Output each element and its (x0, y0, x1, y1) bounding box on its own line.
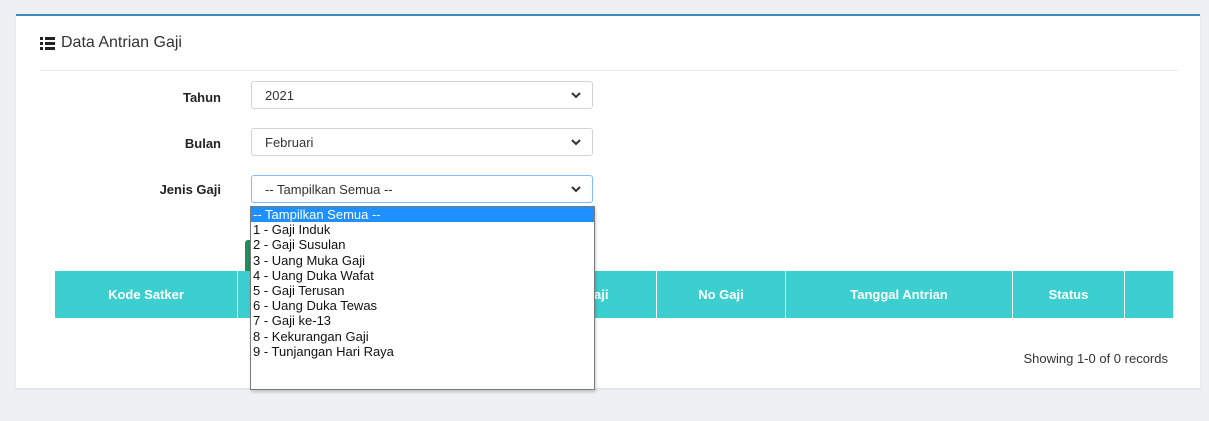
jenis-gaji-value: -- Tampilkan Semua -- (265, 181, 393, 197)
option-tunjangan-hari-raya[interactable]: 9 - Tunjangan Hari Raya (251, 344, 594, 359)
option-tampilkan-semua[interactable]: -- Tampilkan Semua -- (251, 207, 594, 223)
card-title: Data Antrian Gaji (40, 34, 182, 52)
th-actions[interactable] (1125, 271, 1173, 318)
option-uang-duka-wafat[interactable]: 4 - Uang Duka Wafat (251, 268, 594, 283)
jenis-gaji-select[interactable]: -- Tampilkan Semua -- (251, 175, 593, 203)
jenis-gaji-label: Jenis Gaji (159, 182, 221, 197)
th-tanggal-antrian[interactable]: Tanggal Antrian (786, 271, 1013, 318)
chevron-down-icon (571, 139, 581, 146)
list-icon (40, 36, 55, 50)
option-gaji-induk[interactable]: 1 - Gaji Induk (251, 222, 594, 237)
chevron-down-icon (571, 186, 581, 193)
option-uang-duka-tewas[interactable]: 6 - Uang Duka Tewas (251, 298, 594, 313)
option-uang-muka-gaji[interactable]: 3 - Uang Muka Gaji (251, 253, 594, 268)
th-no-gaji[interactable]: No Gaji (657, 271, 786, 318)
bulan-select[interactable]: Februari (251, 128, 593, 156)
option-gaji-susulan[interactable]: 2 - Gaji Susulan (251, 237, 594, 252)
tahun-label: Tahun (182, 90, 221, 105)
records-summary: Showing 1-0 of 0 records (1023, 351, 1168, 366)
th-kode-satker[interactable]: Kode Satker (55, 271, 238, 318)
card-title-text: Data Antrian Gaji (61, 34, 182, 51)
tahun-value: 2021 (265, 87, 294, 103)
table-header: Kode Satker aji No Gaji Tanggal Antrian … (55, 271, 1173, 318)
option-gaji-terusan[interactable]: 5 - Gaji Terusan (251, 283, 594, 298)
jenis-gaji-dropdown-list[interactable]: -- Tampilkan Semua -- 1 - Gaji Induk 2 -… (250, 206, 595, 390)
chevron-down-icon (571, 92, 581, 99)
option-kekurangan-gaji[interactable]: 8 - Kekurangan Gaji (251, 329, 594, 344)
tahun-select[interactable]: 2021 (251, 81, 593, 109)
data-antrian-card: Data Antrian Gaji Tahun 2021 Bulan Febru… (16, 14, 1200, 388)
option-gaji-ke-13[interactable]: 7 - Gaji ke-13 (251, 313, 594, 328)
card-header: Data Antrian Gaji (40, 34, 1178, 71)
bulan-label: Bulan (184, 136, 221, 151)
bulan-value: Februari (265, 134, 314, 150)
th-status[interactable]: Status (1013, 271, 1125, 318)
